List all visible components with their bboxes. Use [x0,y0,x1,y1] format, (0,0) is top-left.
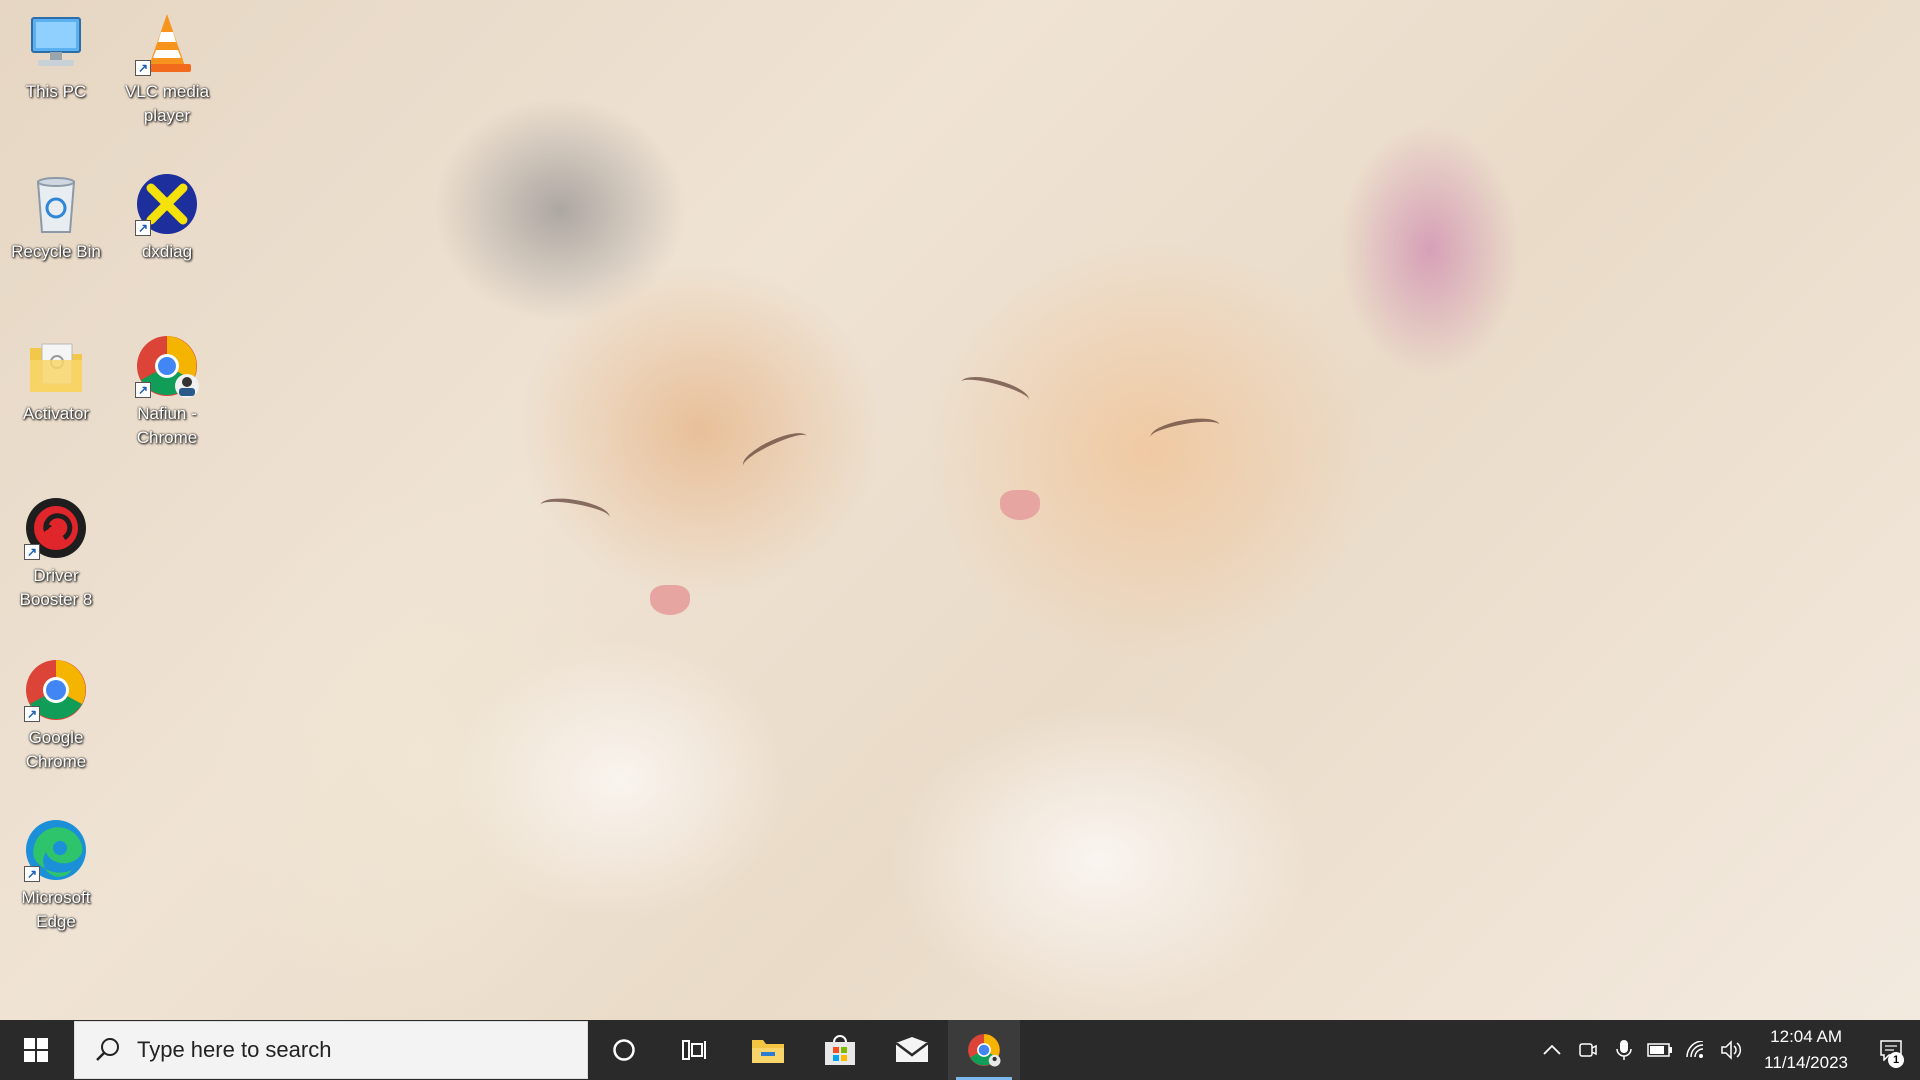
mail-icon [895,1037,929,1062]
driver-booster-icon: ↗ [24,496,88,560]
desktop-icon-this-pc[interactable]: This PC [4,12,108,104]
shortcut-arrow-icon: ↗ [24,706,40,722]
desktop-icon-label: VLC media player [124,82,210,125]
mail-button[interactable] [876,1020,948,1080]
show-hidden-icons-button[interactable] [1534,1020,1570,1080]
microphone-button[interactable] [1606,1020,1642,1080]
chrome-taskbar-button[interactable] [948,1020,1020,1080]
desktop-icon-label: Activator [22,404,90,423]
system-tray: 12:04 AM 11/14/2023 1 [1534,1020,1920,1080]
chrome-icon [968,1034,1001,1067]
chrome-icon: ↗ [24,658,88,722]
desktop-icon-label: Recycle Bin [11,242,101,261]
chevron-up-icon [1543,1044,1561,1055]
action-center-button[interactable]: 1 [1862,1020,1920,1080]
chrome-profile-icon: ↗ [135,334,199,398]
desktop-icon-label: Google Chrome [25,728,87,771]
dxdiag-icon: ↗ [135,172,199,236]
folder-icon [24,334,88,398]
file-explorer-icon [752,1040,784,1063]
task-view-icon [682,1040,706,1060]
desktop-icon-label: Driver Booster 8 [19,566,93,609]
file-explorer-button[interactable] [732,1020,804,1080]
battery-button[interactable] [1642,1020,1678,1080]
microsoft-store-icon [825,1035,855,1065]
desktop-icon-microsoft-edge[interactable]: ↗ Microsoft Edge [4,818,108,934]
microphone-icon [1616,1040,1632,1060]
taskbar-search-box[interactable]: Type here to search [74,1021,588,1079]
task-view-button[interactable] [660,1020,732,1080]
desktop-icon-label: Nafiun - Chrome [136,404,198,447]
recycle-bin-icon [24,172,88,236]
clock-time: 12:04 AM [1770,1027,1842,1046]
taskbar-clock[interactable]: 12:04 AM 11/14/2023 [1750,1024,1862,1076]
desktop-icon-label: dxdiag [141,242,193,261]
battery-icon [1647,1043,1673,1057]
desktop-icon-driver-booster[interactable]: ↗ Driver Booster 8 [4,496,108,612]
start-button[interactable] [0,1020,72,1080]
microsoft-store-button[interactable] [804,1020,876,1080]
edge-icon: ↗ [24,818,88,882]
shortcut-arrow-icon: ↗ [24,866,40,882]
notification-count-badge: 1 [1888,1052,1904,1068]
search-icon [96,1038,119,1061]
volume-button[interactable] [1714,1020,1750,1080]
computer-icon [24,12,88,76]
desktop-icon-label: This PC [25,82,87,101]
desktop-icon-recycle-bin[interactable]: Recycle Bin [4,172,108,264]
shortcut-arrow-icon: ↗ [135,220,151,236]
desktop-icon-dxdiag[interactable]: ↗ dxdiag [115,172,219,264]
desktop-icon-google-chrome[interactable]: ↗ Google Chrome [4,658,108,774]
vlc-cone-icon: ↗ [135,12,199,76]
desktop-icon-nafiun-chrome[interactable]: ↗ Nafiun - Chrome [115,334,219,450]
taskbar: Type here to search 12:04 AM 11/14/2023 … [0,1020,1920,1080]
desktop-icon-label: Microsoft Edge [21,888,91,931]
search-placeholder: Type here to search [137,1037,332,1062]
desktop-icon-activator[interactable]: Activator [4,334,108,426]
desktop-icon-vlc[interactable]: ↗ VLC media player [115,12,219,128]
cortana-button[interactable] [588,1020,660,1080]
shortcut-arrow-icon: ↗ [24,544,40,560]
desktop-wallpaper [0,0,1920,1020]
wifi-icon [1686,1041,1704,1058]
shortcut-arrow-icon: ↗ [135,382,151,398]
shortcut-arrow-icon: ↗ [135,60,151,76]
volume-icon [1721,1040,1742,1060]
windows-logo-icon [24,1038,48,1062]
clock-date: 11/14/2023 [1764,1053,1848,1072]
network-button[interactable] [1678,1020,1714,1080]
cortana-icon [613,1039,635,1061]
meet-now-button[interactable] [1570,1020,1606,1080]
meet-now-icon [1579,1043,1597,1057]
